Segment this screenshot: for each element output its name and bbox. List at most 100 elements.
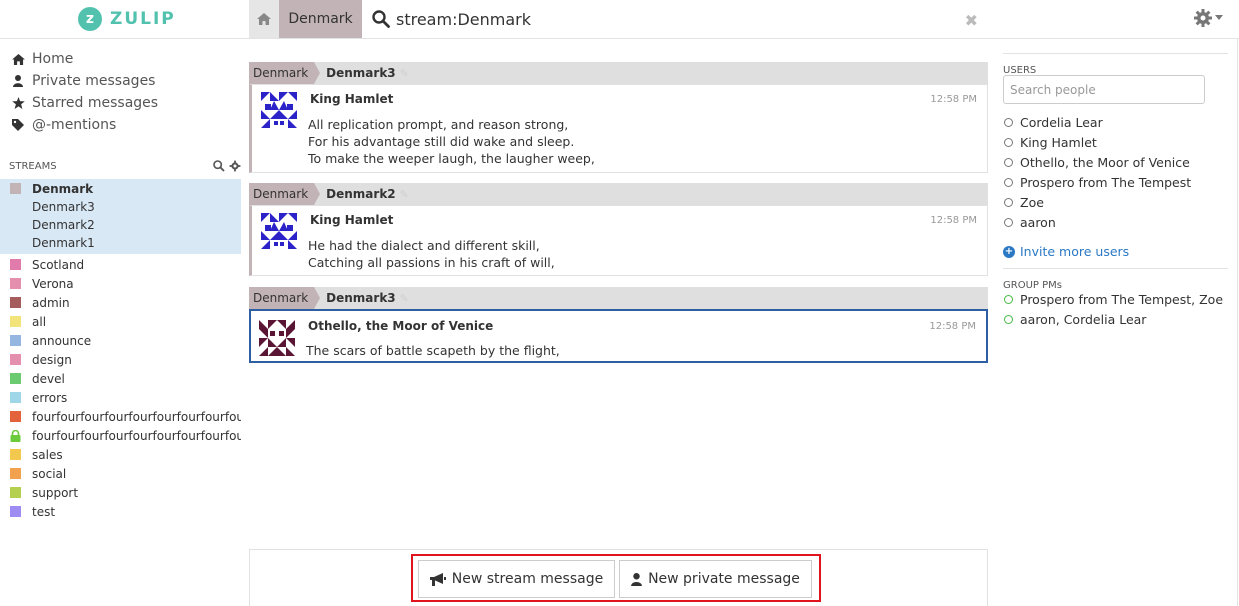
new-private-message-button[interactable]: New private message xyxy=(619,560,812,598)
user-item[interactable]: Prospero from The Tempest xyxy=(1004,172,1191,192)
stream-item[interactable]: all xyxy=(0,312,241,331)
stream-item-denmark[interactable]: Denmark xyxy=(0,179,241,198)
recipient-topic[interactable]: Denmark3 ✎ xyxy=(314,291,409,305)
stream-item-private[interactable]: fourfourfourfourfourfourfourfourfourfour xyxy=(0,426,241,445)
stream-name: errors xyxy=(32,390,68,405)
group-pm-item[interactable]: aaron, Cordelia Lear xyxy=(1004,309,1146,329)
topic-label: Denmark3 xyxy=(326,291,396,305)
message-content: He had the dialect and different skill, … xyxy=(308,237,555,271)
user-name: Othello, the Moor of Venice xyxy=(1020,154,1190,170)
pencil-icon[interactable]: ✎ xyxy=(400,292,409,305)
message-line: He had the dialect and different skill, xyxy=(308,238,540,253)
nav-mentions[interactable]: @-mentions xyxy=(0,114,241,136)
stream-item[interactable]: test xyxy=(0,502,241,521)
stream-item[interactable]: Verona xyxy=(0,274,241,293)
narrow-stream-tab[interactable]: Denmark xyxy=(279,0,362,38)
stream-item[interactable]: announce xyxy=(0,331,241,350)
user-item[interactable]: aaron xyxy=(1004,212,1056,232)
search-input[interactable]: stream:Denmark xyxy=(396,10,531,29)
nav-private-messages[interactable]: Private messages xyxy=(0,70,241,92)
topic-item[interactable]: Denmark1 xyxy=(0,234,241,252)
recipient-bar[interactable]: Denmark Denmark3 ✎ xyxy=(249,287,988,309)
recipient-stream[interactable]: Denmark xyxy=(249,183,321,205)
message-timestamp[interactable]: 12:58 PM xyxy=(929,321,976,332)
nav-home-label: Home xyxy=(32,51,74,67)
nav-private-messages-label: Private messages xyxy=(32,73,156,89)
message-sender[interactable]: King Hamlet xyxy=(310,92,393,106)
message-timestamp[interactable]: 12:58 PM xyxy=(930,215,977,226)
stream-name: all xyxy=(32,314,47,329)
stream-item[interactable]: sales xyxy=(0,445,241,464)
user-item[interactable]: Zoe xyxy=(1004,192,1044,212)
stream-item[interactable]: support xyxy=(0,483,241,502)
stream-name: Verona xyxy=(32,276,74,291)
avatar xyxy=(259,320,295,356)
user-name: King Hamlet xyxy=(1020,134,1097,150)
message-content: The scars of battle scapeth by the fligh… xyxy=(306,342,560,359)
stream-name: sales xyxy=(32,447,63,462)
nav-mentions-label: @-mentions xyxy=(32,117,117,133)
stream-color-swatch xyxy=(10,487,21,498)
recipient-topic[interactable]: Denmark2 ✎ xyxy=(314,187,409,201)
recipient-stream[interactable]: Denmark xyxy=(249,287,321,309)
topic-label: Denmark2 xyxy=(326,187,396,201)
presence-indicator xyxy=(1004,197,1013,207)
message-line: All replication prompt, and reason stron… xyxy=(308,117,569,132)
group-pm-item[interactable]: Prospero from The Tempest, Zoe xyxy=(1004,289,1223,309)
stream-item[interactable]: design xyxy=(0,350,241,369)
stream-name: design xyxy=(32,352,72,367)
new-stream-message-label: New stream message xyxy=(451,571,604,587)
logo-mark-icon: z xyxy=(78,7,102,31)
top-navbar: z ZULIP Denmark stream:Denmark ✖ xyxy=(0,0,1239,39)
gear-icon[interactable] xyxy=(229,160,241,172)
pencil-icon[interactable]: ✎ xyxy=(400,188,409,201)
topic-item[interactable]: Denmark2 xyxy=(0,216,241,234)
home-tab[interactable] xyxy=(249,0,279,38)
stream-name: test xyxy=(32,504,56,519)
stream-item[interactable]: social xyxy=(0,464,241,483)
search-icon[interactable] xyxy=(213,160,225,172)
stream-name: Denmark xyxy=(32,181,94,196)
stream-color-swatch xyxy=(10,297,21,308)
stream-color-swatch xyxy=(10,392,21,403)
user-item[interactable]: Cordelia Lear xyxy=(1004,112,1103,132)
message-line: The scars of battle scapeth by the fligh… xyxy=(306,343,560,358)
stream-item[interactable]: Scotland xyxy=(0,255,241,274)
search-bar[interactable]: stream:Denmark ✖ xyxy=(362,0,988,38)
recipient-stream[interactable]: Denmark xyxy=(249,62,321,84)
stream-list: Denmark Denmark3 Denmark2 Denmark1 Scotl… xyxy=(0,179,241,521)
stream-name: fourfourfourfourfourfourfourfourfourfour xyxy=(32,409,241,424)
stream-item[interactable]: admin xyxy=(0,293,241,312)
message[interactable]: King Hamlet 12:58 PM He had the dialect … xyxy=(249,205,988,276)
invite-more-users-link[interactable]: + Invite more users xyxy=(1003,244,1129,259)
close-icon[interactable]: ✖ xyxy=(965,11,978,30)
settings-menu[interactable] xyxy=(1193,8,1223,28)
message-sender[interactable]: King Hamlet xyxy=(310,213,393,227)
message-selected[interactable]: Othello, the Moor of Venice 12:58 PM The… xyxy=(249,309,988,363)
new-stream-message-button[interactable]: New stream message xyxy=(418,560,615,598)
message[interactable]: King Hamlet 12:58 PM All replication pro… xyxy=(249,84,988,173)
stream-item[interactable]: errors xyxy=(0,388,241,407)
message-timestamp[interactable]: 12:58 PM xyxy=(930,94,977,105)
stream-name: social xyxy=(32,466,67,481)
recipient-topic[interactable]: Denmark3 ✎ xyxy=(314,66,409,80)
nav-home[interactable]: Home xyxy=(0,48,241,70)
nav-starred-messages[interactable]: Starred messages xyxy=(0,92,241,114)
search-people-input[interactable]: Search people xyxy=(1003,75,1205,104)
stream-item[interactable]: devel xyxy=(0,369,241,388)
user-item[interactable]: Othello, the Moor of Venice xyxy=(1004,152,1190,172)
message-line: Catching all passions in his craft of wi… xyxy=(308,255,555,270)
stream-color-swatch xyxy=(10,411,21,422)
plus-circle-icon: + xyxy=(1003,245,1015,258)
stream-item[interactable]: fourfourfourfourfourfourfourfourfourfour xyxy=(0,407,241,426)
zulip-app: z ZULIP Denmark stream:Denmark ✖ Home Pr… xyxy=(0,0,1239,606)
message-sender[interactable]: Othello, the Moor of Venice xyxy=(308,319,493,333)
recipient-bar[interactable]: Denmark Denmark3 ✎ xyxy=(249,62,988,84)
topic-item[interactable]: Denmark3 xyxy=(0,198,241,216)
recipient-bar[interactable]: Denmark Denmark2 ✎ xyxy=(249,183,988,205)
pencil-icon[interactable]: ✎ xyxy=(400,67,409,80)
user-item[interactable]: King Hamlet xyxy=(1004,132,1097,152)
zulip-logo[interactable]: z ZULIP xyxy=(78,6,176,32)
topic-name: Denmark1 xyxy=(32,236,95,250)
topic-name: Denmark2 xyxy=(32,218,95,232)
